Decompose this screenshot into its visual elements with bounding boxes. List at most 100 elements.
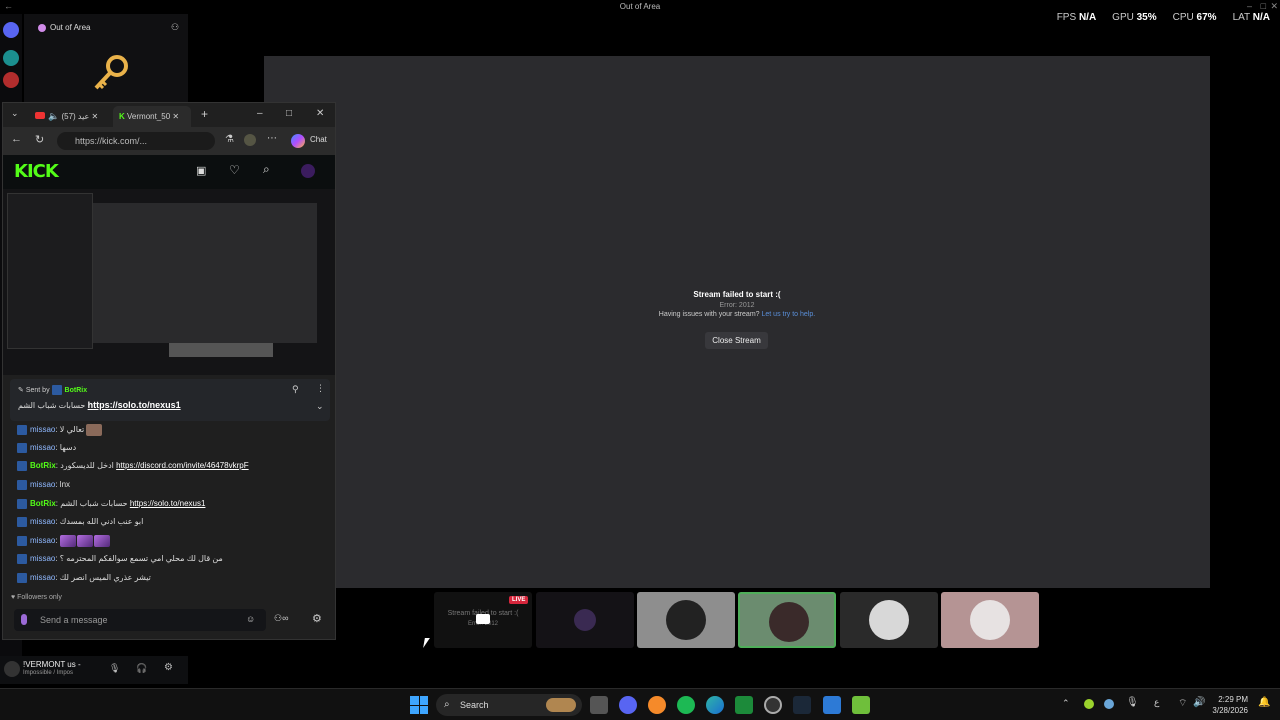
profile-icon[interactable] bbox=[244, 134, 256, 146]
browser-window: ⌄ 🔈 (57) عيد ✕ K Vermont_50 ✕ + – □ ✕ ← … bbox=[2, 102, 336, 640]
clock-time: 2:29 PM bbox=[1218, 695, 1248, 704]
tab-close-icon[interactable]: ✕ bbox=[172, 112, 179, 121]
kick-app-icon[interactable] bbox=[735, 696, 753, 714]
pinned-user[interactable]: BotRix bbox=[65, 387, 88, 394]
close-icon[interactable]: ✕ bbox=[1270, 1, 1278, 12]
lat-stat: LAT N/A bbox=[1232, 12, 1270, 23]
tray-app-icon[interactable] bbox=[1084, 699, 1094, 709]
participant-tile[interactable] bbox=[840, 592, 938, 648]
tray-chevron-icon[interactable]: ⌃ bbox=[1062, 698, 1070, 709]
user-avatar bbox=[970, 600, 1010, 640]
tab-close-icon[interactable]: ✕ bbox=[92, 112, 99, 121]
headphones-icon[interactable]: 🎧 bbox=[136, 663, 147, 674]
user-panel: !VERMONT us - Impossible / Impos 🎙 🎧 ⚙ bbox=[0, 656, 188, 684]
user-avatar[interactable] bbox=[4, 661, 20, 677]
language-icon[interactable]: ع bbox=[1154, 697, 1159, 708]
youtube-icon bbox=[35, 112, 45, 119]
heart-icon[interactable]: ♡ bbox=[229, 163, 240, 177]
help-link[interactable]: Let us try to help. bbox=[762, 311, 816, 318]
new-tab-icon[interactable]: + bbox=[201, 107, 208, 121]
add-friend-icon[interactable]: ⚇ bbox=[171, 22, 179, 33]
wifi-icon[interactable]: ⌔ bbox=[1178, 697, 1187, 710]
user-avatar bbox=[769, 602, 809, 642]
url-field[interactable]: https://kick.com/... bbox=[57, 132, 215, 150]
back-arrow-icon[interactable]: ← bbox=[4, 1, 13, 11]
tab-list-chevron-icon[interactable]: ⌄ bbox=[11, 108, 19, 119]
chat-link[interactable]: https://solo.to/nexus1 bbox=[130, 499, 206, 508]
search-icon: ⌕ bbox=[444, 699, 450, 710]
maximize-icon[interactable]: □ bbox=[286, 108, 292, 119]
copilot-icon[interactable] bbox=[291, 134, 305, 148]
stream-error-panel: Stream failed to start :( Error: 2012 Ha… bbox=[264, 290, 1210, 318]
chat-button[interactable]: Chat bbox=[310, 135, 327, 144]
volume-icon[interactable]: 🔊 bbox=[1193, 697, 1205, 708]
participant-tile[interactable] bbox=[941, 592, 1039, 648]
chat-link[interactable]: https://discord.com/invite/46478vkrpF bbox=[116, 461, 249, 470]
tab-kick[interactable]: K Vermont_50 ✕ bbox=[113, 106, 191, 127]
discord-home-icon[interactable] bbox=[3, 22, 19, 38]
user-avatar bbox=[666, 600, 706, 640]
more-icon[interactable]: ⋯ bbox=[267, 133, 277, 144]
kick-logo[interactable]: KICK bbox=[14, 161, 59, 182]
pinned-message: ✎ Sent by BotRix حسابات شباب الشم https:… bbox=[10, 379, 330, 421]
user-avatar[interactable] bbox=[301, 164, 315, 178]
back-icon[interactable]: ← bbox=[11, 133, 22, 145]
pinned-header: ✎ Sent by BotRix bbox=[18, 385, 88, 395]
notification-icon[interactable]: 🔔 bbox=[1258, 697, 1270, 708]
mic-icon[interactable]: 🎙 bbox=[109, 663, 120, 674]
mouse-cursor-icon bbox=[423, 638, 430, 648]
maximize-icon[interactable]: □ bbox=[1261, 1, 1266, 11]
edge-icon[interactable] bbox=[706, 696, 724, 714]
taskbar-search[interactable]: ⌕ Search bbox=[436, 694, 582, 716]
tab-youtube[interactable]: 🔈 (57) عيد ✕ bbox=[29, 106, 109, 127]
server-name[interactable]: Out of Area bbox=[50, 23, 90, 32]
chat-users-icon[interactable]: ⚇∞ bbox=[274, 613, 288, 624]
participant-tile-speaking[interactable] bbox=[738, 592, 836, 648]
refresh-icon[interactable]: ↻ bbox=[35, 133, 44, 146]
user-name: !VERMONT us - bbox=[23, 660, 81, 669]
spotify-icon[interactable] bbox=[677, 696, 695, 714]
chat-message: BotRix: حسابات شباب الشم https://solo.to… bbox=[17, 499, 205, 513]
minecraft-icon[interactable] bbox=[852, 696, 870, 714]
chat-message: missao: من قال لك محلي امي تسمع سوالفكم … bbox=[17, 554, 223, 568]
emoji-icon[interactable]: ☺ bbox=[246, 614, 255, 624]
extension-icon[interactable]: ⚗ bbox=[225, 134, 234, 145]
minimize-icon[interactable]: – bbox=[257, 108, 263, 119]
settings-gear-icon[interactable]: ⚙ bbox=[312, 612, 322, 625]
server-icon[interactable] bbox=[3, 72, 19, 88]
chat-message: missao: تيشر عذري الميس انصر لك bbox=[17, 573, 151, 587]
app-icon[interactable] bbox=[648, 696, 666, 714]
thumb-preview-icon bbox=[476, 614, 490, 624]
pinned-link[interactable]: https://solo.to/nexus1 bbox=[88, 400, 181, 410]
key-icon bbox=[90, 54, 130, 94]
speaker-icon: 🔈 bbox=[48, 111, 60, 121]
minimize-icon[interactable]: – bbox=[1247, 1, 1252, 11]
chat-message: missao: lnx bbox=[17, 480, 70, 494]
more-icon[interactable]: ⋮ bbox=[316, 383, 325, 394]
close-stream-button[interactable]: Close Stream bbox=[705, 332, 768, 349]
stream-player[interactable] bbox=[3, 189, 335, 375]
pinned-text: حسابات شباب الشم https://solo.to/nexus1 bbox=[18, 400, 181, 410]
close-icon[interactable]: ✕ bbox=[316, 108, 324, 119]
start-windows-icon[interactable] bbox=[410, 696, 428, 714]
photos-icon[interactable] bbox=[823, 696, 841, 714]
settings-gear-icon[interactable]: ⚙ bbox=[164, 662, 173, 673]
chevron-down-icon[interactable]: ⌄ bbox=[316, 401, 324, 412]
participant-tile[interactable] bbox=[637, 592, 735, 648]
browse-icon[interactable]: ▣ bbox=[196, 164, 206, 177]
taskbar-clock[interactable]: 2:29 PM 3/28/2026 bbox=[1212, 694, 1248, 716]
search-icon[interactable]: ⌕ bbox=[263, 162, 270, 177]
chat-input[interactable]: Send a message bbox=[14, 609, 266, 631]
mic-icon[interactable]: 🎙 bbox=[1126, 697, 1139, 708]
task-view-icon[interactable] bbox=[590, 696, 608, 714]
steam-icon[interactable] bbox=[793, 696, 811, 714]
clock-date: 3/28/2026 bbox=[1212, 706, 1248, 715]
participant-tile[interactable] bbox=[536, 592, 634, 648]
obs-icon[interactable] bbox=[764, 696, 782, 714]
onedrive-icon[interactable] bbox=[1104, 699, 1114, 709]
server-status-icon bbox=[38, 24, 46, 32]
address-bar-row: ← ↻ https://kick.com/... ⚗ ⋯ Chat bbox=[3, 127, 335, 155]
pin-icon[interactable]: ⚲ bbox=[292, 384, 299, 395]
server-icon[interactable] bbox=[3, 50, 19, 66]
discord-icon[interactable] bbox=[619, 696, 637, 714]
